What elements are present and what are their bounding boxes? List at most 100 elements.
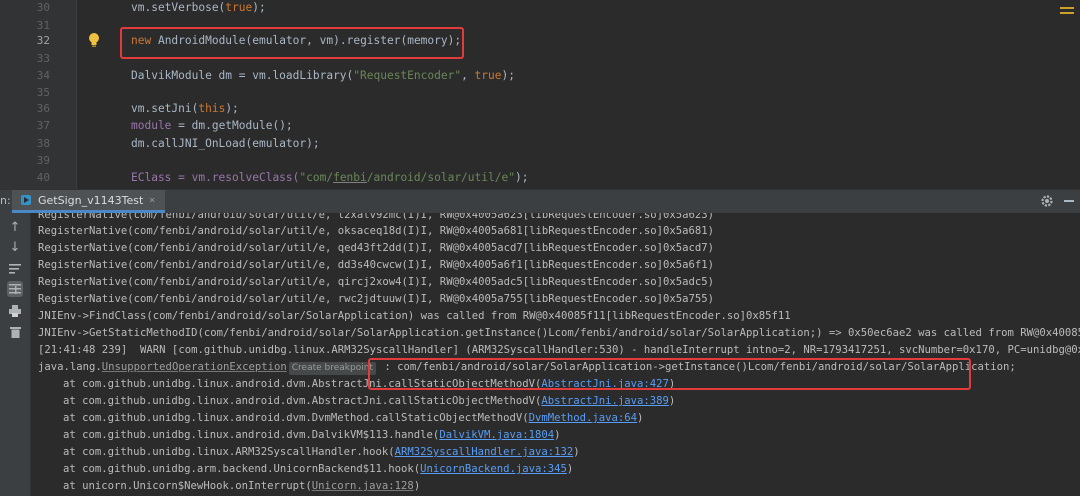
source-link[interactable]: ARM32SyscallHandler.java:132 xyxy=(395,446,574,458)
line-number-gutter: 30 31 32 33 34 35 36 37 38 39 40 xyxy=(0,0,77,189)
stack-trace-line: at com.github.unidbg.linux.android.dvm.A… xyxy=(63,376,675,393)
trace-text: at com.github.unidbg.arm.backend.Unicorn… xyxy=(63,463,421,475)
gear-icon[interactable] xyxy=(1040,194,1054,208)
stack-trace-line: at com.github.unidbg.linux.android.dvm.A… xyxy=(63,393,675,410)
code-line-30[interactable]: vm.setVerbose(true); xyxy=(131,0,266,17)
source-link[interactable]: DvmMethod.java:64 xyxy=(529,412,637,424)
exception-message: : com/fenbi/android/solar/SolarApplicati… xyxy=(377,361,1016,373)
lightbulb-icon[interactable] xyxy=(87,32,101,48)
code-line-32[interactable]: new AndroidModule(emulator, vm).register… xyxy=(131,32,461,50)
line-number: 38 xyxy=(36,137,50,150)
java-class-icon xyxy=(21,195,31,205)
string-token: "RequestEncoder" xyxy=(353,69,462,82)
console-line: [21:41:48 239] WARN [com.github.unidbg.l… xyxy=(38,344,1080,356)
code-token: ).register(memory); xyxy=(333,34,462,47)
line-number-active: 32 xyxy=(36,34,50,47)
code-token: = dm.getModule(); xyxy=(171,119,293,132)
run-tab[interactable]: GetSign_v1143Test × xyxy=(12,190,166,213)
line-number: 40 xyxy=(36,171,50,184)
code-token: AndroidModule( xyxy=(151,34,253,47)
line-number: 36 xyxy=(36,102,50,115)
keyword-token: true xyxy=(225,1,253,14)
menu-lines-icon[interactable] xyxy=(1060,6,1074,18)
code-token: ); xyxy=(225,102,239,115)
stack-trace-line: at unicorn.Unicorn$NewHook.onInterrupt(U… xyxy=(63,478,420,495)
line-number: 39 xyxy=(36,154,50,167)
param-token: emulator xyxy=(252,137,307,150)
console-line: RegisterNative(com/fenbi/android/solar/u… xyxy=(38,293,715,305)
code-token: ); xyxy=(252,1,266,14)
source-link[interactable]: AbstractJni.java:389 xyxy=(541,395,669,407)
stack-trace-line: at com.github.unidbg.linux.android.dvm.D… xyxy=(63,410,643,427)
exception-line: java.lang.UnsupportedOperationException C… xyxy=(38,359,1016,376)
console-line: RegisterNative(com/fenbi/android/solar/u… xyxy=(38,259,715,271)
code-line-34[interactable]: DalvikModule dm = vm.loadLibrary("Reques… xyxy=(131,67,515,85)
trace-text: at com.github.unidbg.linux.android.dvm.A… xyxy=(63,395,542,407)
trash-icon[interactable] xyxy=(7,324,23,340)
console-panel: ↑ ↓ RegisterNative(com/fenbi/android/sol… xyxy=(0,213,1080,496)
code-line-38[interactable]: dm.callJNI_OnLoad(emulator); xyxy=(131,135,320,153)
code-line-36[interactable]: vm.setJni(this); xyxy=(131,100,239,118)
console-output[interactable]: RegisterNative(com/fenbi/android/solar/u… xyxy=(38,213,1080,496)
stack-trace-line: at com.github.unidbg.linux.android.dvm.D… xyxy=(63,427,561,444)
string-token: fenbi xyxy=(333,171,367,184)
line-number: 33 xyxy=(36,52,50,65)
code-line-37[interactable]: module = dm.getModule(); xyxy=(131,117,293,135)
source-link[interactable]: AbstractJni.java:427 xyxy=(541,378,669,390)
trace-text: ) xyxy=(668,395,676,407)
keyword-token: true xyxy=(474,69,502,82)
close-icon[interactable]: × xyxy=(149,195,155,206)
trace-text: ) xyxy=(637,412,644,424)
code-token: ); xyxy=(306,137,320,150)
console-line: JNIEnv->FindClass(com/fenbi/android/sola… xyxy=(38,310,791,322)
down-arrow-icon[interactable]: ↓ xyxy=(7,239,23,255)
code-token: vm.setVerbose( xyxy=(131,1,226,14)
code-token: vm.setJni( xyxy=(131,102,199,115)
source-link[interactable]: DalvikVM.java:1804 xyxy=(439,429,554,441)
source-link[interactable]: Unicorn.java:128 xyxy=(312,480,414,492)
trace-text: at com.github.unidbg.linux.android.dvm.D… xyxy=(63,412,529,424)
code-token: ); xyxy=(501,69,515,82)
trace-text: at com.github.unidbg.linux.ARM32SyscallH… xyxy=(63,446,395,458)
source-link[interactable]: UnicornBackend.java:345 xyxy=(420,463,567,475)
code-token: , xyxy=(306,34,320,47)
trace-text: ) xyxy=(573,446,580,458)
soft-wrap-icon[interactable] xyxy=(7,261,23,277)
param-token: emulator xyxy=(252,34,307,47)
trace-text: ) xyxy=(554,429,561,441)
trace-text: ) xyxy=(668,378,676,390)
print-icon[interactable] xyxy=(7,303,23,319)
trace-text: at unicorn.Unicorn$NewHook.onInterrupt( xyxy=(63,480,312,492)
code-editor[interactable]: 30 31 32 33 34 35 36 37 38 39 40 vm.setV… xyxy=(0,0,1080,189)
code-token: DalvikModule dm = vm.loadLibrary( xyxy=(131,69,354,82)
trace-text: ) xyxy=(413,480,421,492)
string-token: "com/ xyxy=(299,171,334,184)
console-line: RegisterNative(com/fenbi/android/solar/u… xyxy=(38,225,715,237)
console-toolbar: ↑ ↓ xyxy=(0,213,31,496)
trace-text: at com.github.unidbg.linux.android.dvm.D… xyxy=(63,429,440,441)
exception-class-link[interactable]: UnsupportedOperationException xyxy=(102,361,287,373)
keyword-token: new xyxy=(131,34,152,47)
code-token: ); xyxy=(514,171,529,184)
code-token: dm.callJNI_OnLoad( xyxy=(131,137,253,150)
console-line: RegisterNative(com/fenbi/android/solar/u… xyxy=(38,276,715,288)
code-token: EClass = vm.resolveClass( xyxy=(131,171,300,184)
field-token: module xyxy=(131,119,172,132)
run-tool-window-header: n: GetSign_v1143Test × xyxy=(0,189,1080,213)
stack-trace-line: at com.github.unidbg.linux.ARM32SyscallH… xyxy=(63,444,580,461)
param-token: vm xyxy=(319,34,334,47)
console-line: JNIEnv->GetStaticMethodID(com/fenbi/andr… xyxy=(38,327,1080,339)
line-number: 30 xyxy=(36,1,50,14)
line-number: 37 xyxy=(36,119,50,132)
string-token: /android/solar/util/e" xyxy=(366,171,515,184)
up-arrow-icon[interactable]: ↑ xyxy=(7,219,23,235)
exception-prefix: java.lang. xyxy=(38,361,102,373)
console-line: RegisterNative(com/fenbi/android/solar/u… xyxy=(38,242,715,254)
minimize-icon[interactable] xyxy=(1064,200,1074,202)
run-tab-title: GetSign_v1143Test xyxy=(38,193,144,207)
code-line-40[interactable]: EClass = vm.resolveClass("com/fenbi/andr… xyxy=(131,169,528,187)
run-label: n: xyxy=(0,194,11,207)
trace-text: ) xyxy=(566,463,574,475)
create-breakpoint-button[interactable]: Create breakpoint xyxy=(288,362,376,375)
scroll-to-end-icon[interactable] xyxy=(7,281,23,297)
